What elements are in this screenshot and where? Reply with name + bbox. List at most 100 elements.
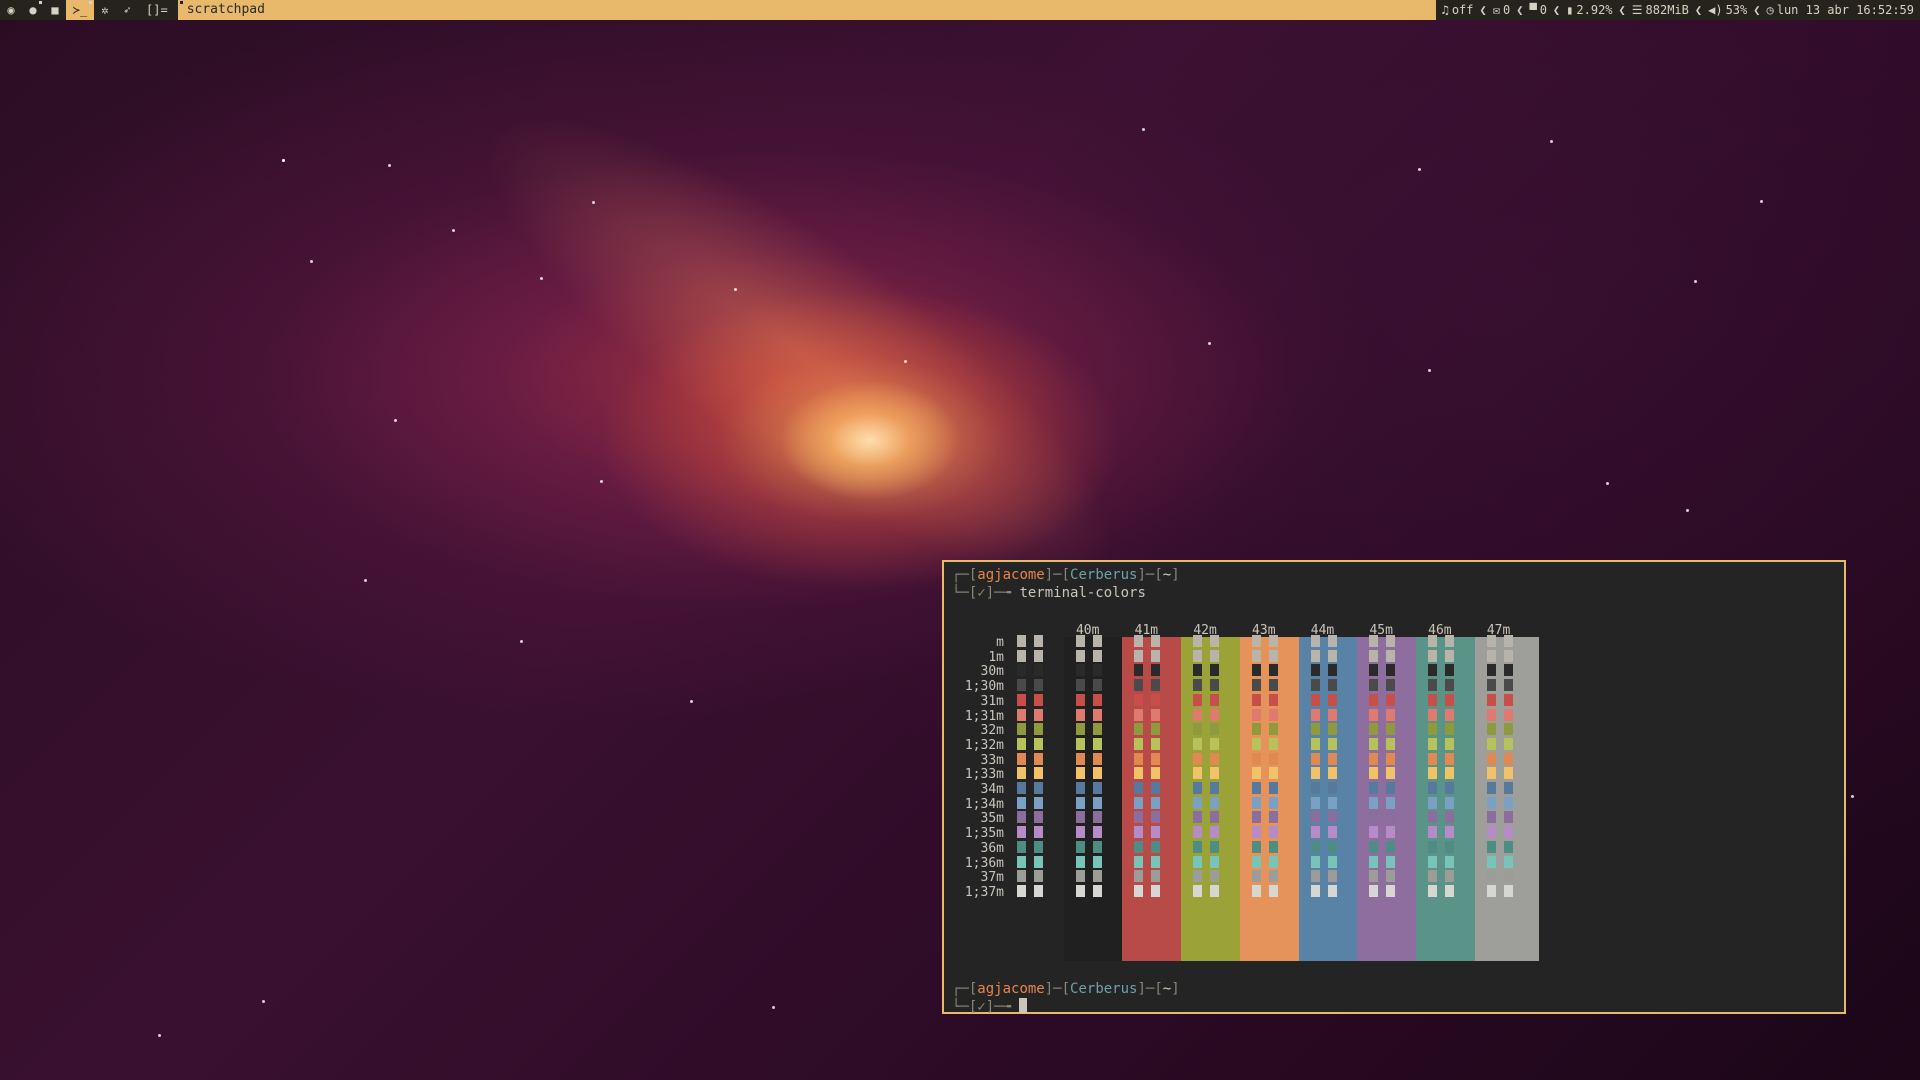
workspace-tag[interactable]: ◉ bbox=[0, 0, 22, 20]
status-trash[interactable]: ▀ 0 bbox=[1529, 0, 1546, 20]
color-swatch bbox=[1210, 649, 1220, 662]
memory-icon: ☰ bbox=[1631, 3, 1643, 17]
status-value: 2.92% bbox=[1576, 3, 1613, 17]
color-swatch bbox=[1193, 679, 1203, 692]
color-swatch bbox=[1327, 840, 1337, 853]
color-swatch bbox=[1444, 811, 1454, 824]
color-swatch bbox=[1151, 826, 1161, 839]
workspace-tag[interactable]: ● bbox=[22, 0, 44, 20]
color-swatch bbox=[1310, 782, 1320, 794]
status-music[interactable]: ♫ off bbox=[1442, 0, 1474, 20]
layout-indicator[interactable]: []= bbox=[138, 0, 178, 20]
prompt-line: ┌─[agjacome]─[Cerberus]─[~] bbox=[952, 567, 1180, 583]
rocket-icon: ➶ bbox=[123, 3, 131, 17]
color-swatch bbox=[1251, 855, 1261, 868]
color-swatch bbox=[1427, 870, 1437, 883]
color-swatch bbox=[1151, 855, 1161, 868]
color-swatch bbox=[1310, 649, 1320, 662]
music-icon: ♫ bbox=[1441, 3, 1449, 17]
video-icon: ■ bbox=[51, 3, 59, 17]
color-swatch bbox=[1075, 693, 1085, 706]
input-line[interactable]: └─[✓]─╼ bbox=[952, 998, 1028, 1016]
color-swatch bbox=[1134, 752, 1144, 765]
star bbox=[1851, 795, 1854, 798]
color-swatch bbox=[1486, 870, 1496, 883]
color-swatch bbox=[1268, 649, 1278, 662]
color-swatch bbox=[1369, 840, 1379, 853]
color-swatch bbox=[1327, 796, 1337, 809]
color-swatch bbox=[1210, 708, 1220, 721]
chevron-left-icon: ❮ bbox=[1516, 3, 1524, 17]
workspace-tag[interactable]: ✲ bbox=[94, 0, 116, 20]
color-swatch bbox=[1444, 635, 1454, 647]
status-volume[interactable]: ◀) 53% bbox=[1708, 0, 1747, 20]
chevron-left-icon: ❮ bbox=[1618, 3, 1626, 17]
color-swatch bbox=[1486, 884, 1496, 897]
color-swatch bbox=[1151, 635, 1161, 647]
color-swatch bbox=[1486, 767, 1496, 780]
color-swatch bbox=[1369, 826, 1379, 839]
status-value: 53% bbox=[1725, 3, 1748, 17]
column-header: 40m bbox=[1075, 623, 1100, 638]
star bbox=[388, 164, 391, 167]
color-swatch bbox=[1251, 635, 1261, 647]
column-header: 47m bbox=[1486, 623, 1511, 638]
color-swatch bbox=[1503, 884, 1513, 897]
color-swatch bbox=[1251, 708, 1261, 721]
color-swatch bbox=[1427, 826, 1437, 839]
color-swatch bbox=[1327, 884, 1337, 897]
star bbox=[262, 1000, 265, 1003]
color-swatch bbox=[1310, 708, 1320, 721]
trash-icon: ▀ bbox=[1529, 3, 1537, 17]
star bbox=[1418, 168, 1421, 171]
mail-icon: ✉ bbox=[1492, 3, 1500, 17]
workspace-tag[interactable]: ➶ bbox=[116, 0, 138, 20]
color-swatch bbox=[1503, 635, 1513, 647]
color-swatch bbox=[1386, 679, 1396, 692]
color-swatch bbox=[1075, 855, 1085, 868]
terminal-window[interactable]: ┌─[agjacome]─[Cerberus]─[~] └─[✓]─╼ term… bbox=[942, 560, 1846, 1016]
color-swatch bbox=[1251, 679, 1261, 692]
color-swatch bbox=[1251, 884, 1261, 897]
color-swatch bbox=[1017, 723, 1026, 736]
color-swatch bbox=[1193, 737, 1203, 750]
chevron-left-icon: ❮ bbox=[1753, 3, 1761, 17]
color-swatch bbox=[1369, 811, 1379, 824]
color-swatch bbox=[1134, 679, 1144, 692]
color-swatch bbox=[1210, 635, 1220, 647]
color-swatch bbox=[1092, 679, 1102, 692]
color-swatch bbox=[1386, 796, 1396, 809]
color-swatch bbox=[1075, 708, 1085, 721]
row-label: 1;37m bbox=[964, 884, 1004, 900]
color-swatch bbox=[1134, 708, 1144, 721]
column-header: 46m bbox=[1428, 623, 1452, 638]
color-swatch bbox=[1503, 737, 1513, 750]
star bbox=[1208, 342, 1211, 345]
color-swatch bbox=[1193, 752, 1203, 765]
color-swatch bbox=[1268, 782, 1278, 794]
workspace-tag[interactable]: ≻_ bbox=[66, 0, 94, 20]
color-swatch bbox=[1503, 708, 1513, 721]
status-clock[interactable]: ◷ lun 13 abr 16:52:59 bbox=[1766, 0, 1914, 20]
color-swatch bbox=[1386, 782, 1396, 794]
color-swatch bbox=[1268, 796, 1278, 809]
color-swatch bbox=[1151, 752, 1161, 765]
color-swatch bbox=[1151, 649, 1161, 662]
color-swatch bbox=[1444, 826, 1454, 839]
status-mail[interactable]: ✉ 0 bbox=[1493, 0, 1510, 20]
color-swatch bbox=[1486, 708, 1496, 721]
color-swatch bbox=[1444, 796, 1454, 809]
color-swatch bbox=[1034, 767, 1043, 780]
color-swatch bbox=[1503, 664, 1513, 677]
status-cpu[interactable]: ▮ 2.92% bbox=[1566, 0, 1612, 20]
status-memory[interactable]: ☰ 882MiB bbox=[1632, 0, 1689, 20]
star bbox=[310, 260, 313, 263]
color-swatch bbox=[1444, 737, 1454, 750]
color-swatch bbox=[1092, 664, 1102, 677]
workspace-tag[interactable]: ■ bbox=[44, 0, 66, 20]
color-swatch bbox=[1386, 840, 1396, 853]
color-swatch bbox=[1268, 840, 1278, 853]
color-swatch bbox=[1092, 708, 1102, 721]
color-swatch bbox=[1034, 884, 1043, 897]
color-swatch bbox=[1017, 811, 1026, 824]
